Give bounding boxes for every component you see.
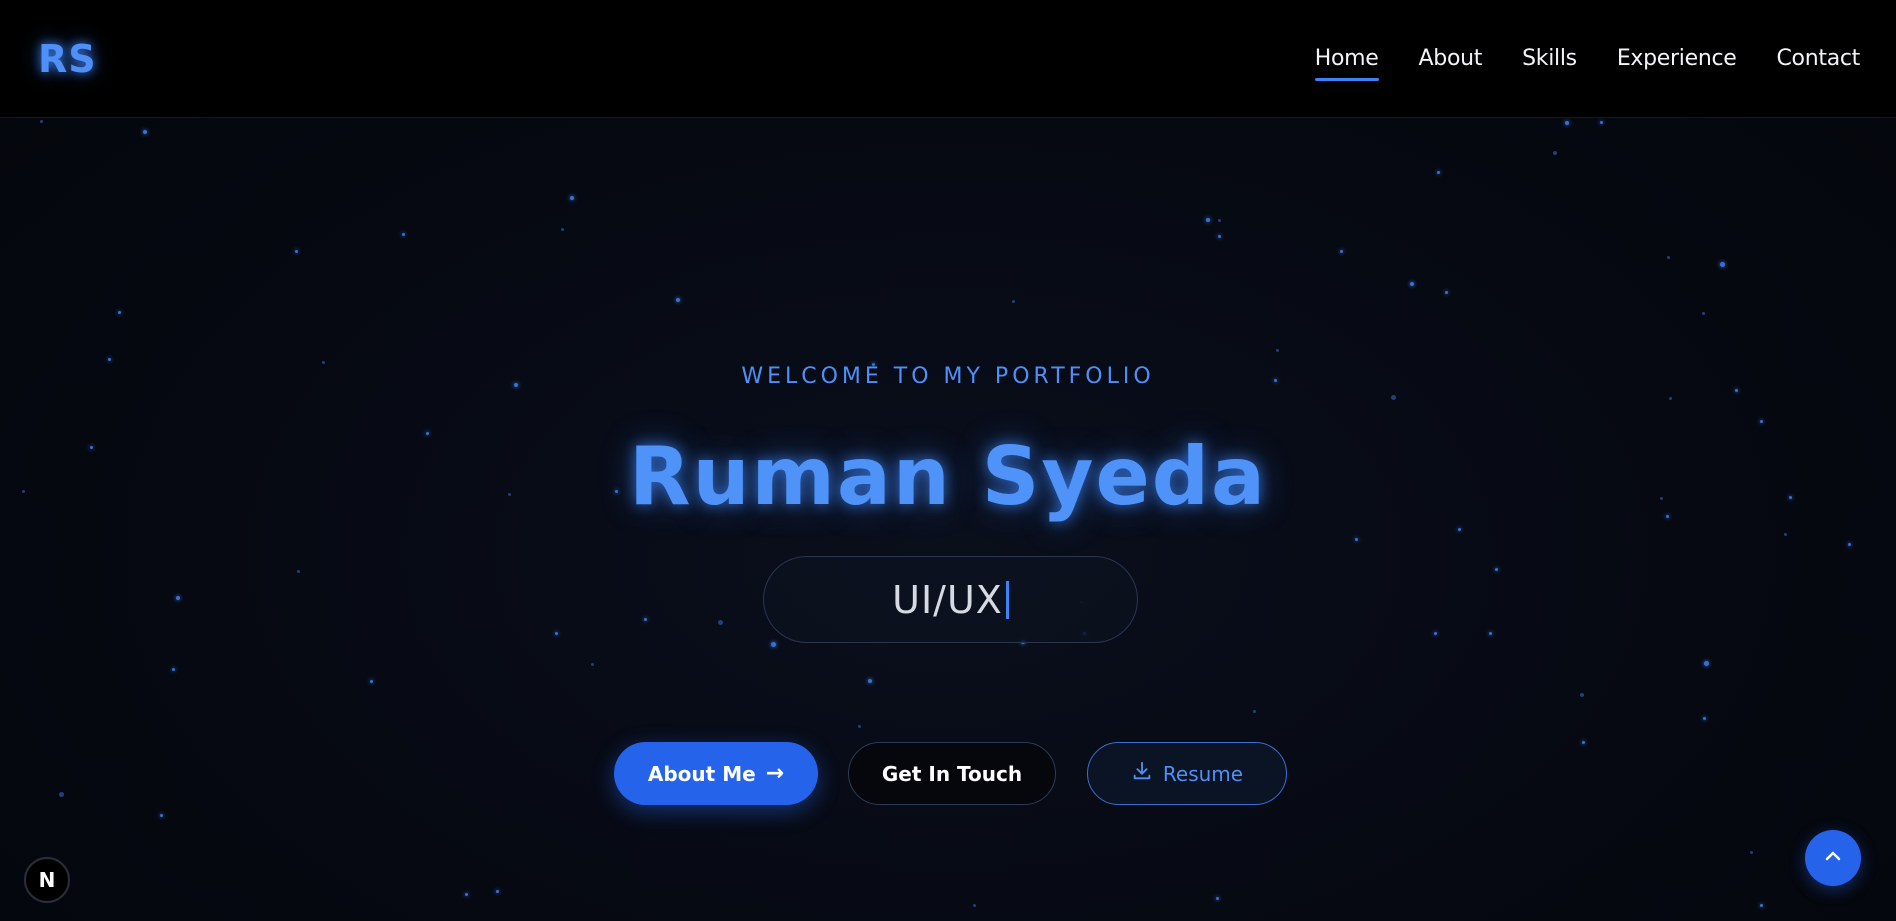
- typed-role-text: UI/UX: [892, 577, 1003, 622]
- download-icon: [1131, 760, 1153, 787]
- nav-contact[interactable]: Contact: [1777, 40, 1861, 77]
- get-in-touch-button[interactable]: Get In Touch: [848, 742, 1056, 805]
- nav-experience[interactable]: Experience: [1617, 40, 1737, 77]
- arrow-right-icon: →: [765, 761, 785, 786]
- chevron-up-icon: [1821, 844, 1845, 872]
- typed-role-box: UI/UX: [763, 556, 1138, 643]
- typing-cursor: [1005, 580, 1009, 619]
- top-navbar: RS Home About Skills Experience Contact: [0, 0, 1896, 118]
- resume-label: Resume: [1162, 761, 1244, 786]
- portfolio-page: RS Home About Skills Experience Contact …: [0, 0, 1896, 921]
- get-in-touch-label: Get In Touch: [881, 761, 1023, 786]
- nav-skills[interactable]: Skills: [1522, 40, 1577, 77]
- nav-home[interactable]: Home: [1314, 40, 1379, 81]
- main-nav: Home About Skills Experience Contact: [1314, 40, 1861, 81]
- hero-actions: About Me → Get In Touch Resume: [0, 742, 1896, 806]
- site-logo[interactable]: RS: [38, 37, 97, 81]
- welcome-tagline: WELCOME TO MY PORTFOLIO: [741, 364, 1155, 389]
- resume-button[interactable]: Resume: [1087, 742, 1287, 805]
- about-me-label: About Me: [647, 761, 756, 786]
- hero-section: WELCOME TO MY PORTFOLIO Ruman Syeda UI/U…: [0, 118, 1896, 921]
- nav-about[interactable]: About: [1419, 40, 1483, 77]
- hero-name: Ruman Syeda: [629, 430, 1267, 523]
- scroll-to-top-button[interactable]: [1805, 830, 1861, 886]
- about-me-button[interactable]: About Me →: [614, 742, 818, 805]
- framework-badge-icon[interactable]: N: [24, 857, 70, 903]
